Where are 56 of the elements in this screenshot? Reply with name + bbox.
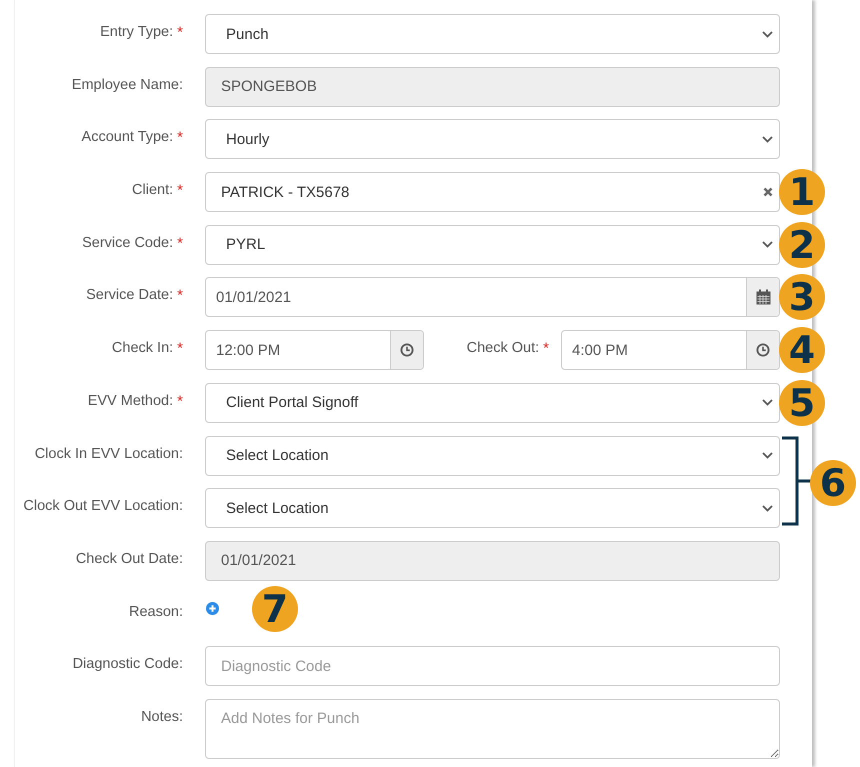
dropdown[interactable]: Select Location [205,488,780,528]
callout-badge: 7 [252,586,298,632]
required-mark: * [177,392,183,410]
required-mark: * [177,182,183,200]
callout-badge: 2 [779,222,825,268]
field-label: Entry Type: [100,24,174,40]
date-field[interactable]: 01/01/2021 [205,277,780,318]
field-label: Clock In EVV Location: [34,446,183,462]
time-field[interactable]: 12:00 PM [205,330,424,370]
calendar-button[interactable] [746,278,779,316]
dropdown[interactable]: Punch [205,14,780,54]
field-label: EVV Method: [88,392,174,409]
callout-badge: 3 [779,274,825,320]
clock-icon [756,343,770,358]
add-icon[interactable] [206,602,219,616]
required-mark: * [177,287,183,304]
caret-icon [762,452,773,459]
clear-icon[interactable] [763,187,773,198]
field-label: Reason: [128,604,183,620]
field-label: Diagnostic Code: [72,656,183,672]
field-label: Client: [132,182,174,198]
clock-icon [400,343,414,358]
field-label: Check Out: [466,340,540,356]
callout-badge: 5 [779,380,825,426]
required-mark: * [177,24,183,41]
required-mark: * [177,234,183,252]
input-field[interactable]: Diagnostic Code [205,646,780,686]
caret-icon [762,241,773,248]
dropdown[interactable]: Hourly [205,119,780,160]
field-label: Notes: [141,708,183,725]
caret-icon [762,504,773,512]
field-label: Clock Out EVV Location: [23,498,183,514]
field-label: Check Out Date: [76,550,183,567]
field-label: Employee Name: [72,76,183,93]
field-label: Account Type: [82,129,174,146]
callout-badge: 6 [810,460,856,506]
calendar-icon [756,289,770,306]
time-field[interactable]: 4:00 PM [561,330,780,370]
caret-icon [762,136,773,143]
notes-field[interactable]: Add Notes for Punch [205,698,780,759]
required-mark: * [543,340,549,358]
dropdown[interactable]: PYRL [205,224,780,265]
caret-icon [762,30,773,38]
dropdown[interactable]: PATRICK - TX5678 [205,172,780,212]
field-label: Check In: [112,340,174,356]
caret-icon [762,399,773,406]
required-mark: * [177,129,183,146]
field-label: Service Date: [86,287,174,304]
field-label: Service Code: [82,234,174,251]
clock-button[interactable] [746,331,779,370]
dropdown[interactable]: Select Location [205,436,780,476]
dropdown[interactable]: Client Portal Signoff [205,382,780,423]
clock-button[interactable] [390,331,423,370]
callout-badge: 1 [779,169,825,216]
required-mark: * [177,340,183,358]
callout-badge: 4 [779,327,825,374]
